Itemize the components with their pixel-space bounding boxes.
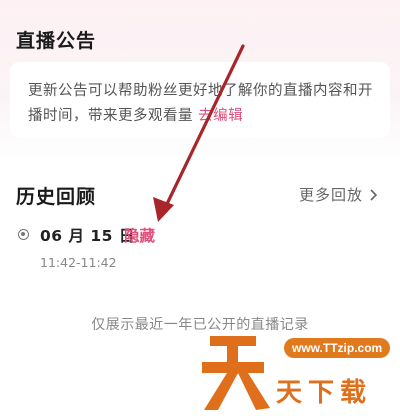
watermark-brand: 天下载 [276,378,373,408]
watermark-url: www.TTzip.com [284,338,391,358]
watermark-logo-icon [202,336,270,410]
